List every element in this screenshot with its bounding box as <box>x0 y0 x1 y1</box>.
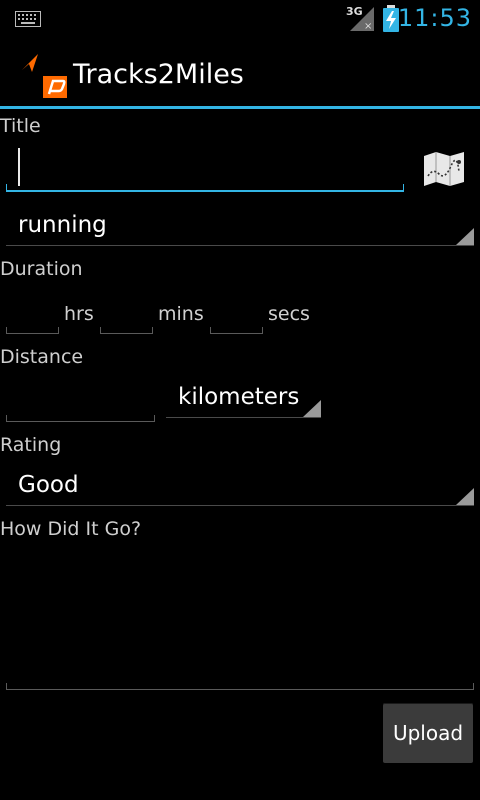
spinner-arrow-icon <box>456 488 474 505</box>
minutes-unit-label: mins <box>158 303 204 325</box>
text-cursor <box>18 148 20 186</box>
title-input[interactable] <box>6 184 404 192</box>
action-bar-divider <box>0 106 480 109</box>
rating-spinner-value: Good <box>18 472 79 498</box>
seconds-input[interactable] <box>210 327 263 334</box>
app-title: Tracks2Miles <box>73 59 244 90</box>
seconds-unit-label: secs <box>268 303 310 325</box>
minutes-input[interactable] <box>100 327 153 334</box>
spinner-arrow-icon <box>303 400 321 417</box>
distance-unit-spinner[interactable] <box>166 417 321 418</box>
title-label: Title <box>0 115 41 137</box>
rating-label: Rating <box>0 434 62 456</box>
notes-input[interactable] <box>6 683 474 690</box>
hours-input[interactable] <box>6 327 59 334</box>
hours-unit-label: hrs <box>64 303 94 325</box>
notes-label: How Did It Go? <box>0 518 142 540</box>
map-icon[interactable] <box>423 152 465 186</box>
app-logo-icon[interactable] <box>20 52 70 100</box>
activity-spinner[interactable] <box>6 245 474 246</box>
distance-input[interactable] <box>6 415 155 422</box>
spinner-arrow-icon <box>456 228 474 245</box>
clock: 11:53 <box>397 4 472 32</box>
keyboard-icon <box>15 11 41 27</box>
activity-spinner-value: running <box>18 212 107 238</box>
distance-label: Distance <box>0 346 84 368</box>
signal-icon: × <box>350 7 374 31</box>
svg-text:×: × <box>364 21 372 31</box>
upload-button[interactable]: Upload <box>383 703 473 763</box>
duration-label: Duration <box>0 258 83 280</box>
distance-unit-spinner-value: kilometers <box>178 384 300 410</box>
rating-spinner[interactable] <box>6 505 474 506</box>
